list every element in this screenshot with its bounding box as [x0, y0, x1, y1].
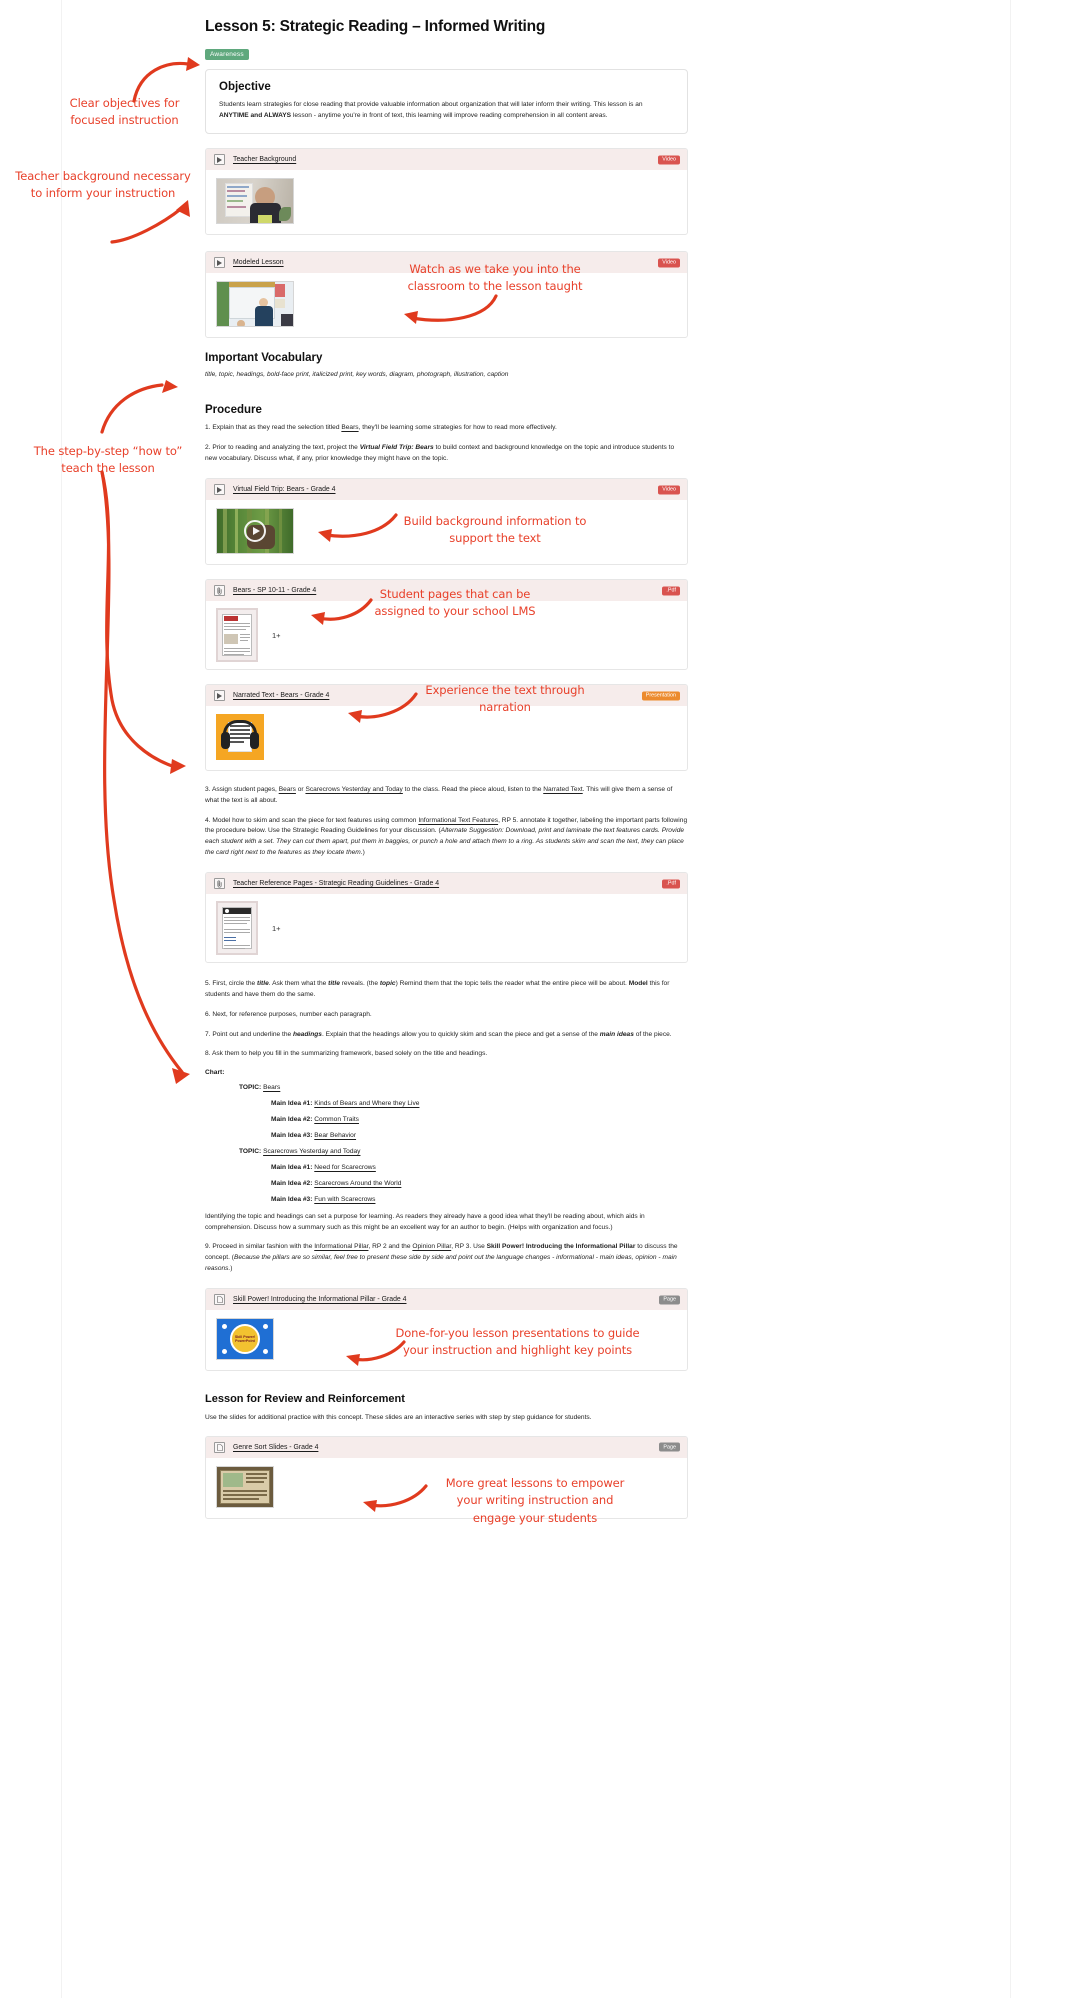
procedure-step-1: 1. Explain that as they read the selecti… — [205, 424, 557, 432]
objective-text: Students learn strategies for close read… — [219, 101, 643, 119]
pdf-thumbnail[interactable] — [216, 608, 258, 663]
document-icon — [214, 1441, 225, 1453]
annotation-arrow-5 — [318, 513, 398, 542]
chart-main-idea: Main Idea #2: Scarecrows Around the Worl… — [271, 1179, 402, 1187]
annotation-arrow-6 — [311, 598, 373, 625]
annotation-arrow-4 — [100, 380, 178, 434]
procedure-step-4: 4. Model how to skim and scan the piece … — [205, 816, 688, 856]
resource-title[interactable]: Bears - SP 10-11 - Grade 4 — [233, 587, 316, 594]
vocabulary-words: title, topic, headings, bold-face print,… — [205, 371, 509, 379]
resource-header[interactable]: Teacher Reference Pages - Strategic Read… — [206, 873, 687, 895]
annotation-arrow-3 — [404, 294, 498, 324]
annotation-arrow-1 — [132, 57, 200, 103]
annotation-lesson-presentations: Done-for-you lesson presentations to gui… — [395, 1326, 640, 1358]
chart-main-idea: Main Idea #1: Kinds of Bears and Where t… — [271, 1099, 420, 1107]
annotation-arrow-2 — [110, 200, 190, 244]
objective-heading: Objective — [219, 81, 271, 94]
chart-main-idea: Main Idea #3: Fun with Scarecrows — [271, 1195, 376, 1203]
resource-title[interactable]: Virtual Field Trip: Bears - Grade 4 — [233, 486, 336, 493]
presentation-thumbnail[interactable]: Skill Power! PowerPoint — [216, 1318, 274, 1361]
annotation-more-lessons: More great lessons to empower your writi… — [445, 1476, 625, 1525]
resource-badge: .Pdf — [662, 586, 680, 596]
slides-thumbnail[interactable] — [216, 1465, 274, 1508]
procedure-step-8: 8. Ask them to help you fill in the summ… — [205, 1050, 488, 1058]
resource-badge: Presentation — [641, 691, 680, 701]
play-button-overlay[interactable] — [244, 520, 266, 543]
procedure-step-7: 7. Point out and underline the headings.… — [205, 1030, 672, 1038]
paperclip-icon — [214, 585, 225, 597]
lesson-document: Lesson 5: Strategic Reading – Informed W… — [205, 18, 688, 1532]
resource-header[interactable]: Genre Sort Slides - Grade 4 Page — [206, 1436, 687, 1458]
chart-topic: TOPIC: Scarecrows Yesterday and Today — [239, 1147, 361, 1155]
page-count: 1+ — [272, 630, 281, 640]
resource-body — [206, 170, 687, 234]
resource-badge: .Pdf — [662, 879, 680, 889]
resource-badge: Video — [658, 485, 680, 495]
resource-title[interactable]: Narrated Text - Bears - Grade 4 — [233, 692, 329, 699]
video-thumbnail[interactable] — [216, 281, 294, 328]
annotation-build-background: Build background information to support … — [403, 514, 587, 546]
resource-title[interactable]: Teacher Background — [233, 156, 296, 163]
chart-main-idea: Main Idea #1: Need for Scarecrows — [271, 1163, 376, 1171]
document-icon — [214, 1294, 225, 1306]
vocabulary-heading: Important Vocabulary — [205, 352, 323, 365]
procedure-heading: Procedure — [205, 404, 262, 417]
resource-header[interactable]: Teacher Background Video — [206, 149, 687, 171]
chart-main-idea: Main Idea #2: Common Traits — [271, 1115, 359, 1123]
chart-main-idea: Main Idea #3: Bear Behavior — [271, 1131, 357, 1139]
review-heading: Lesson for Review and Reinforcement — [205, 1393, 405, 1406]
resource-badge: Page — [659, 1442, 680, 1452]
annotation-student-pages: Student pages that can be assigned to yo… — [374, 587, 536, 619]
resource-header[interactable]: Virtual Field Trip: Bears - Grade 4 Vide… — [206, 479, 687, 501]
review-text: Use the slides for additional practice w… — [205, 1414, 592, 1422]
chart-topic: TOPIC: Bears — [239, 1083, 281, 1091]
play-icon — [214, 257, 225, 269]
resource-card-teacher-background[interactable]: Teacher Background Video — [205, 148, 688, 236]
annotation-arrow-9 — [363, 1484, 428, 1512]
objective-card: Objective Students learn strategies for … — [205, 69, 688, 135]
status-badge: Awareness — [205, 48, 249, 61]
paperclip-icon — [214, 878, 225, 890]
annotation-arrow-7 — [348, 692, 418, 723]
resource-badge: Page — [659, 1295, 680, 1305]
resource-badge: Video — [658, 155, 680, 165]
resource-title[interactable]: Genre Sort Slides - Grade 4 — [233, 1444, 318, 1451]
play-icon — [214, 690, 225, 702]
procedure-step-9: 9. Proceed in similar fashion with the I… — [205, 1243, 678, 1272]
video-thumbnail[interactable] — [216, 178, 294, 225]
annotation-modeled-lesson: Watch as we take you into the classroom … — [407, 262, 583, 294]
annotation-arrow-8 — [346, 1340, 406, 1366]
resource-title[interactable]: Teacher Reference Pages - Strategic Read… — [233, 880, 439, 887]
resource-title[interactable]: Modeled Lesson — [233, 259, 284, 266]
procedure-step-2: 2. Prior to reading and analyzing the te… — [205, 444, 675, 462]
play-icon — [214, 154, 225, 166]
chart-label: Chart: — [205, 1068, 225, 1076]
resource-header[interactable]: Skill Power! Introducing the Information… — [206, 1289, 687, 1311]
pdf-thumbnail[interactable] — [216, 901, 258, 956]
play-icon — [214, 484, 225, 496]
resource-badge: Video — [658, 258, 680, 268]
annotation-teacher-background: Teacher background necessary to inform y… — [15, 169, 191, 201]
video-thumbnail[interactable] — [216, 508, 294, 555]
page-title: Lesson 5: Strategic Reading – Informed W… — [205, 18, 546, 35]
procedure-step-5: 5. First, circle the title. Ask them wha… — [205, 980, 670, 999]
annotation-narration: Experience the text through narration — [425, 683, 585, 715]
audiobook-thumbnail[interactable] — [216, 714, 264, 761]
resource-body: 1+ — [206, 894, 687, 962]
resource-title[interactable]: Skill Power! Introducing the Information… — [233, 1296, 407, 1303]
procedure-step-3: 3. Assign student pages, Bears or Scarec… — [205, 786, 673, 805]
annotation-arrow-4c — [100, 470, 190, 1084]
procedure-closing-note: Identifying the topic and headings can s… — [205, 1212, 645, 1231]
page-count: 1+ — [272, 923, 281, 933]
resource-card-teacher-reference[interactable]: Teacher Reference Pages - Strategic Read… — [205, 872, 688, 964]
procedure-step-6: 6. Next, for reference purposes, number … — [205, 1010, 372, 1018]
